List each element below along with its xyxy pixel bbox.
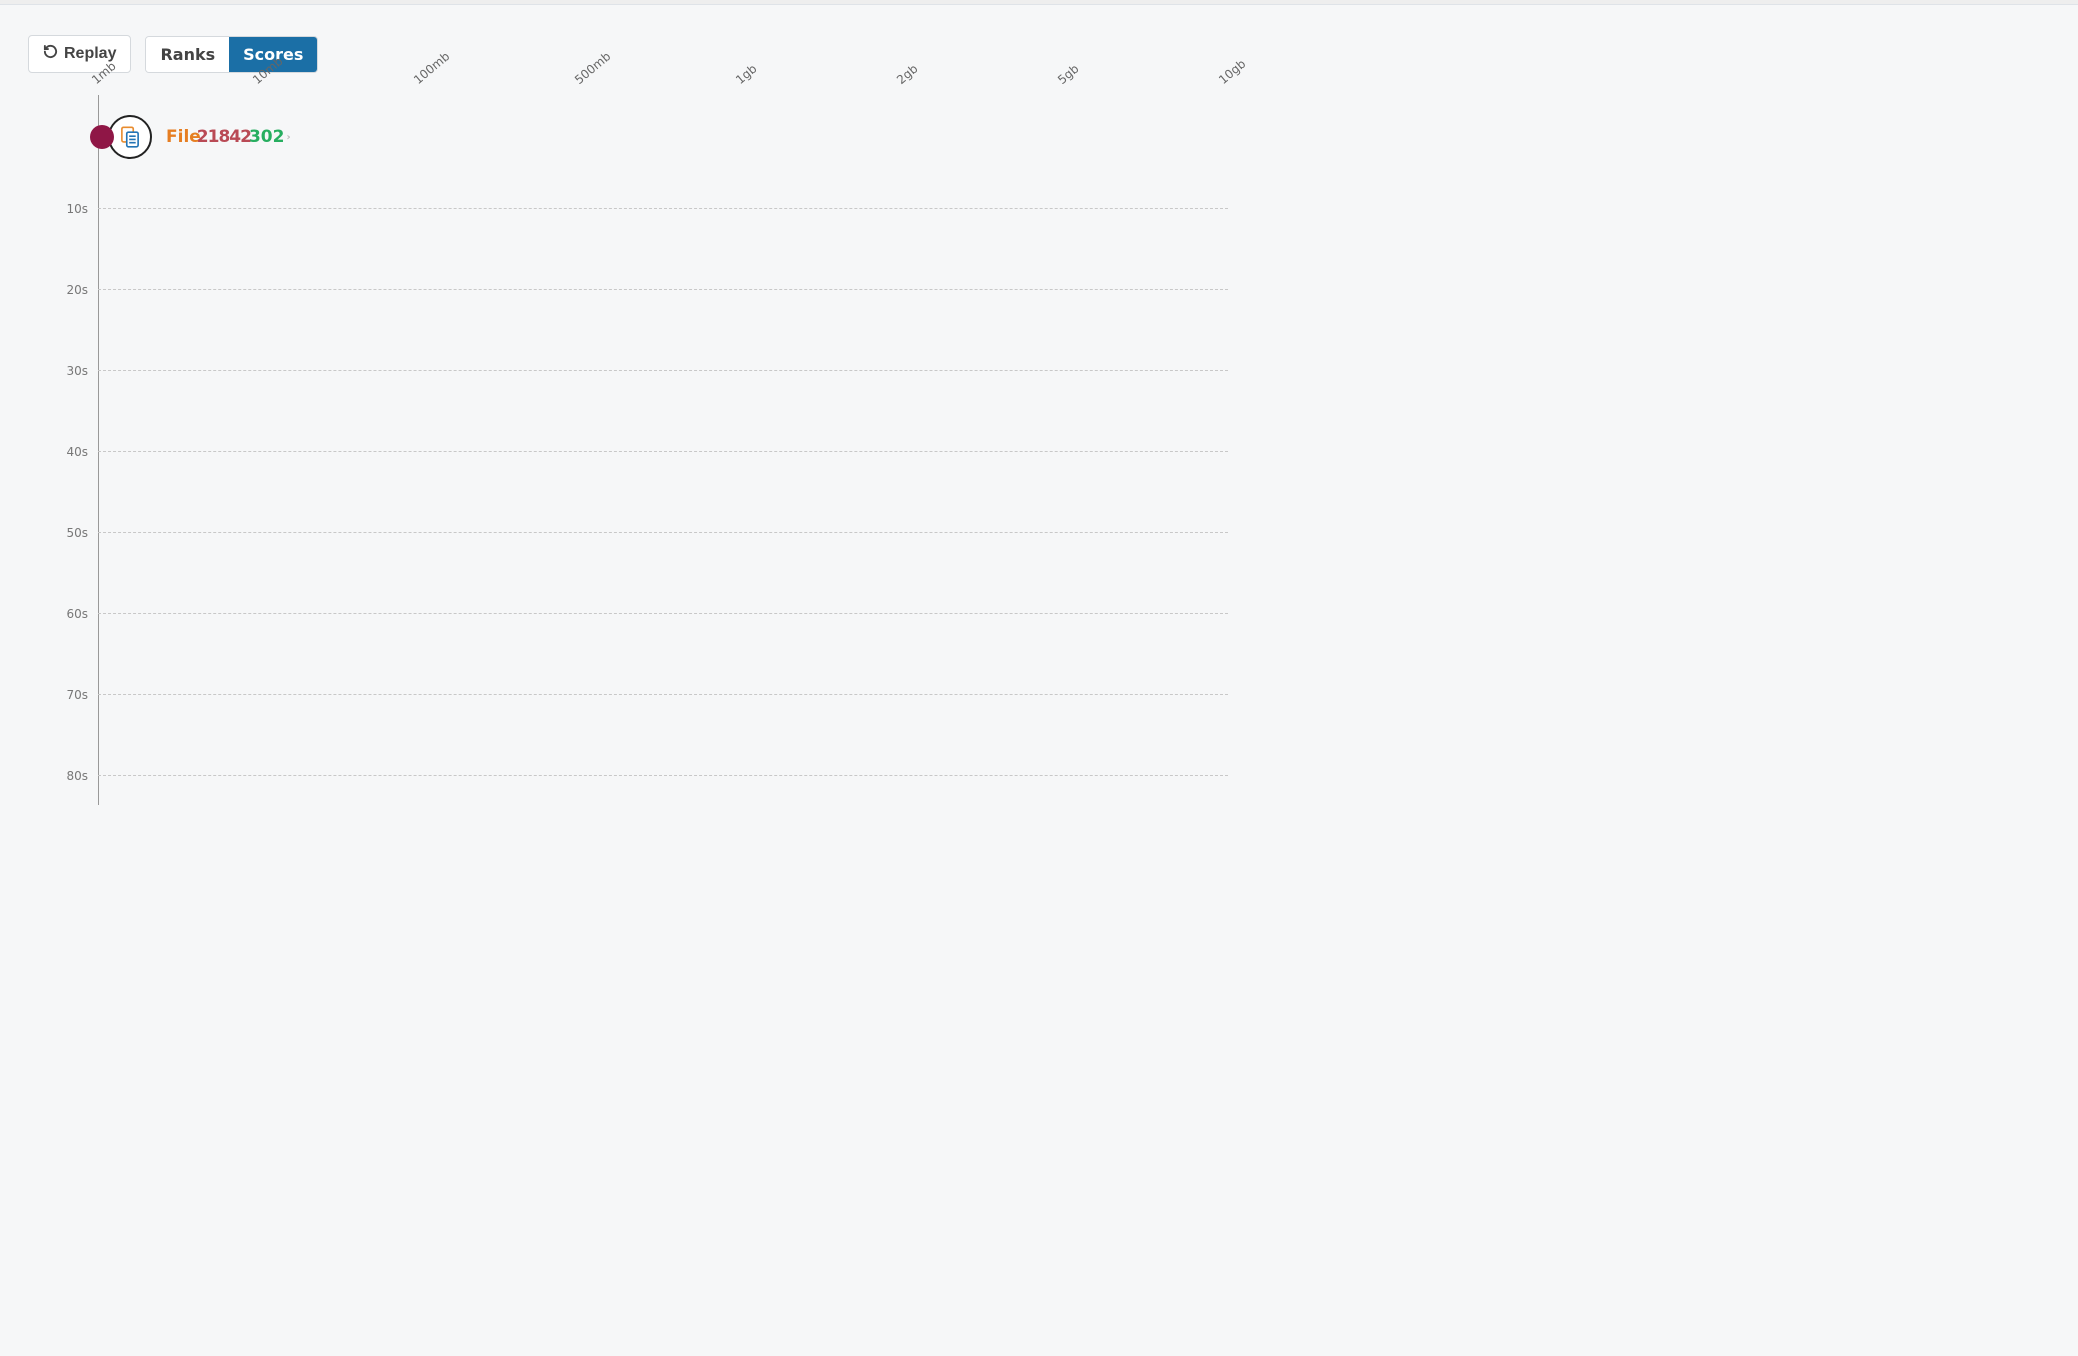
tab-group: Ranks Scores (145, 36, 318, 73)
mega-icon (90, 125, 114, 149)
score-file: File (166, 127, 201, 147)
gridline: 30s (98, 370, 1228, 371)
control-bar: Replay Ranks Scores (28, 35, 2050, 73)
y-tick-label: 80s (66, 769, 88, 783)
y-tick-label: 10s (66, 202, 88, 216)
gridline: 80s (98, 775, 1228, 776)
gridline: 50s (98, 532, 1228, 533)
mediafire-icon (108, 115, 152, 159)
replay-icon (43, 44, 58, 64)
tab-ranks[interactable]: Ranks (146, 37, 229, 72)
y-tick-label: 40s (66, 445, 88, 459)
main-container: Replay Ranks Scores 1mb 10mb 100mb 500mb… (0, 5, 2078, 835)
y-tick-label: 70s (66, 688, 88, 702)
score-overlay: File 21842 302 › (166, 127, 291, 147)
score-302: 302 (249, 127, 285, 147)
gridline: 70s (98, 694, 1228, 695)
gridline: 40s (98, 451, 1228, 452)
gridline: 10s (98, 208, 1228, 209)
gridline: 20s (98, 289, 1228, 290)
y-tick-label: 50s (66, 526, 88, 540)
y-tick-label: 30s (66, 364, 88, 378)
score-21842: 21842 (197, 127, 251, 147)
y-tick-label: 20s (66, 283, 88, 297)
race-chart: 1mb 10mb 100mb 500mb 1gb 2gb 5gb 10gb 10… (98, 95, 1228, 805)
score-extra: › (286, 132, 290, 143)
gridline: 60s (98, 613, 1228, 614)
racer-cluster: File 21842 302 › (90, 115, 291, 159)
y-tick-label: 60s (66, 607, 88, 621)
y-axis (98, 95, 99, 805)
